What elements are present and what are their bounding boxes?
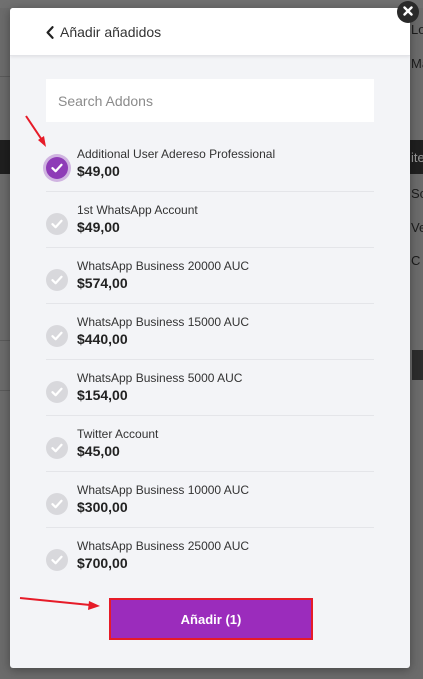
check-icon[interactable]: [46, 437, 68, 459]
addon-price: $700,00: [77, 555, 128, 571]
addon-name: WhatsApp Business 5000 AUC: [77, 371, 243, 385]
back-label: Añadir añadidos: [60, 24, 162, 40]
check-icon[interactable]: [46, 269, 68, 291]
addon-item[interactable]: WhatsApp Business 25000 AUC $700,00: [46, 528, 374, 583]
addons-modal: Añadir añadidos Additional User Adereso …: [10, 8, 410, 668]
close-button[interactable]: [397, 1, 419, 23]
addon-item[interactable]: WhatsApp Business 10000 AUC $300,00: [46, 472, 374, 528]
addon-price: $49,00: [77, 219, 120, 235]
close-icon: [403, 3, 413, 21]
background-text: Lo: [411, 22, 423, 37]
modal-header: Añadir añadidos: [10, 8, 410, 56]
addon-name: Twitter Account: [77, 427, 159, 441]
check-icon[interactable]: [46, 493, 68, 515]
addon-name: WhatsApp Business 25000 AUC: [77, 539, 250, 553]
addon-name: Additional User Adereso Professional: [77, 147, 276, 161]
addon-price: $574,00: [77, 275, 128, 291]
addon-name: 1st WhatsApp Account: [77, 203, 198, 217]
add-button[interactable]: Añadir (1): [109, 598, 313, 640]
back-button[interactable]: Añadir añadidos: [46, 22, 161, 42]
background-button: [412, 350, 423, 380]
background-text: C: [411, 253, 421, 268]
addon-item[interactable]: WhatsApp Business 20000 AUC $574,00: [46, 248, 374, 304]
background-divider: [0, 340, 10, 341]
check-icon[interactable]: [46, 381, 68, 403]
addon-item[interactable]: 1st WhatsApp Account $49,00: [46, 192, 374, 248]
background-top-strip: [0, 0, 423, 8]
addon-list: Additional User Adereso Professional $49,…: [46, 136, 374, 583]
chevron-left-icon: [46, 25, 60, 39]
addon-name: WhatsApp Business 20000 AUC: [77, 259, 250, 273]
background-text: ite: [411, 150, 423, 165]
check-icon[interactable]: [46, 325, 68, 347]
addon-item[interactable]: WhatsApp Business 15000 AUC $440,00: [46, 304, 374, 360]
addon-item[interactable]: Twitter Account $45,00: [46, 416, 374, 472]
addon-price: $440,00: [77, 331, 128, 347]
background-text: Ve: [411, 220, 423, 235]
search-input[interactable]: [46, 79, 374, 122]
check-icon[interactable]: [46, 157, 68, 179]
addon-name: WhatsApp Business 10000 AUC: [77, 483, 250, 497]
background-divider: [0, 390, 10, 391]
addon-name: WhatsApp Business 15000 AUC: [77, 315, 250, 329]
addon-price: $300,00: [77, 499, 128, 515]
addon-item[interactable]: WhatsApp Business 5000 AUC $154,00: [46, 360, 374, 416]
addon-price: $154,00: [77, 387, 128, 403]
background-text: Ma: [411, 56, 423, 71]
addon-item[interactable]: Additional User Adereso Professional $49,…: [46, 136, 374, 192]
check-icon[interactable]: [46, 213, 68, 235]
background-divider: [0, 76, 10, 77]
addon-price: $49,00: [77, 163, 120, 179]
check-icon[interactable]: [46, 549, 68, 571]
addon-price: $45,00: [77, 443, 120, 459]
background-text: So: [411, 186, 423, 201]
